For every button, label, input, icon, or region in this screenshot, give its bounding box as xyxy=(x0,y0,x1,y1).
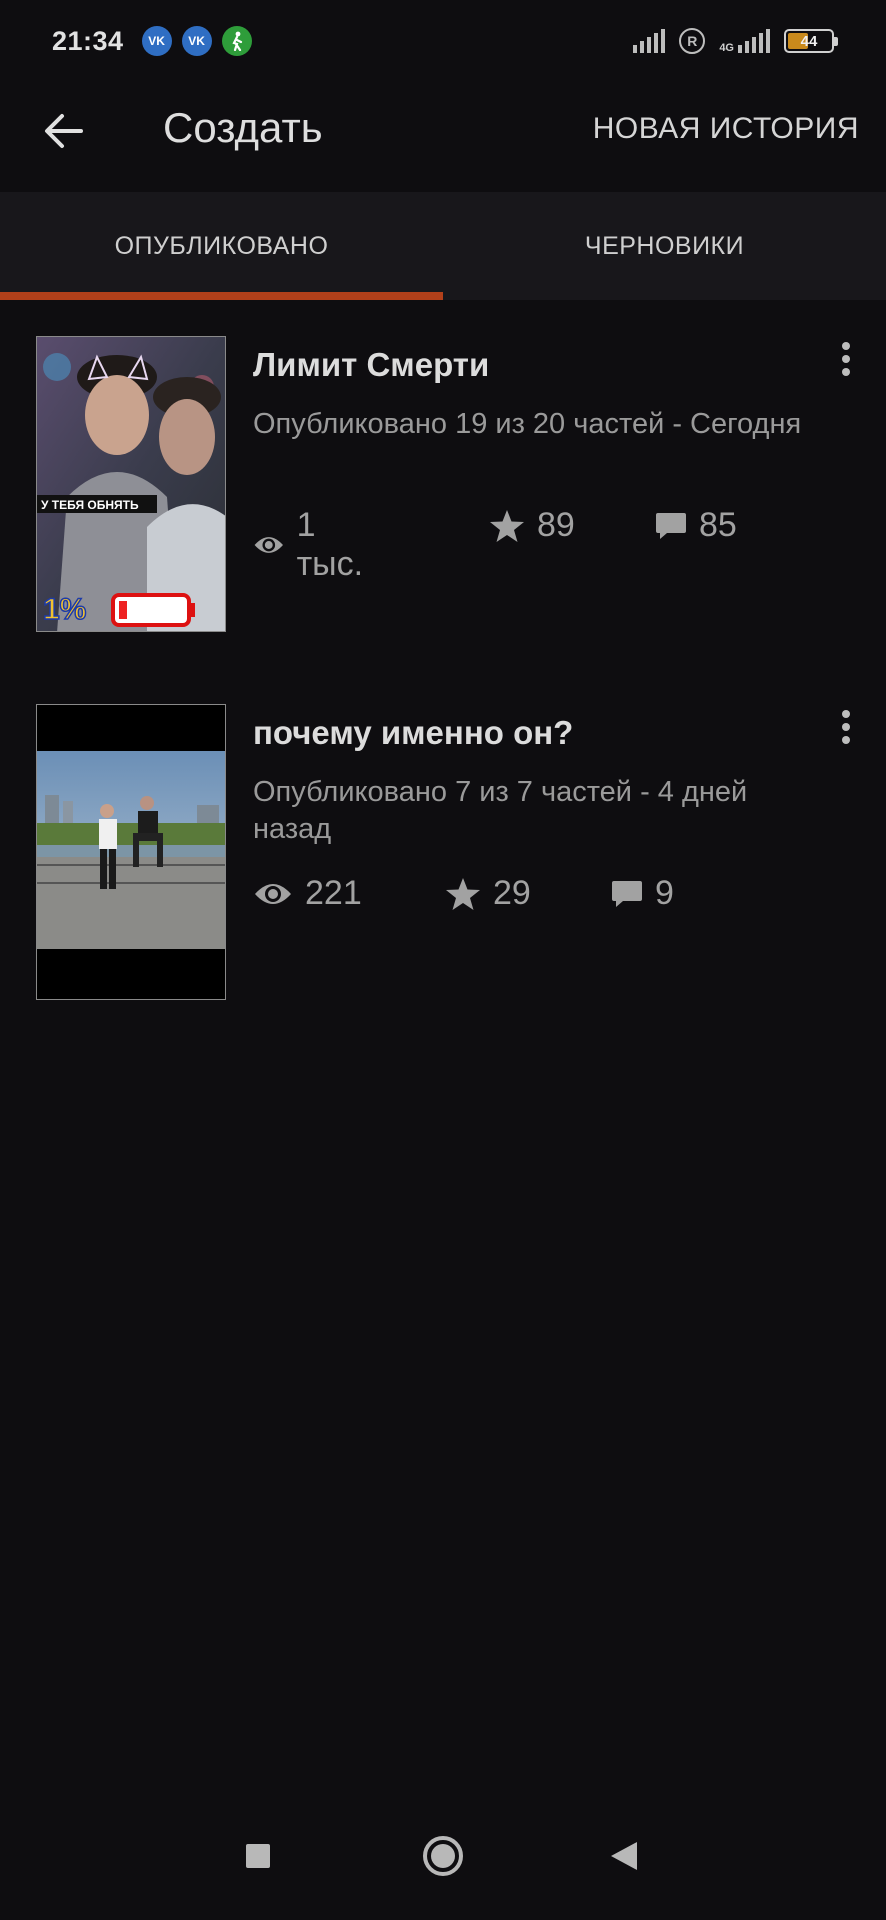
vk-icon: VK xyxy=(181,26,212,56)
status-bar: 21:34 VK VK R 4G 44 xyxy=(0,0,886,82)
comments-stat: 9 xyxy=(611,874,674,913)
tab-bar: ОПУБЛИКОВАНО ЧЕРНОВИКИ xyxy=(0,192,886,300)
cover-caption: У ТЕБЯ ОБНЯТЬ xyxy=(41,498,139,512)
signal-icon xyxy=(633,29,666,53)
story-cover[interactable]: У ТЕБЯ ОБНЯТЬ 1% xyxy=(36,336,226,632)
views-stat: 221 xyxy=(253,874,362,913)
notification-icons: VK VK xyxy=(141,26,252,56)
circle-icon xyxy=(423,1836,463,1876)
story-title[interactable]: Лимит Смерти xyxy=(253,346,489,384)
mobile-data-icon: 4G xyxy=(719,29,770,54)
new-story-button[interactable]: НОВАЯ ИСТОРИЯ xyxy=(593,112,859,146)
views-count: 1 тыс. xyxy=(296,506,364,583)
votes-count: 29 xyxy=(493,874,531,912)
votes-count: 89 xyxy=(537,506,575,544)
home-button[interactable] xyxy=(413,1826,473,1886)
recents-button[interactable] xyxy=(228,1826,288,1886)
star-icon xyxy=(490,509,524,542)
walk-icon xyxy=(221,26,252,56)
system-nav-bar xyxy=(0,1790,886,1920)
comments-count: 85 xyxy=(699,506,737,544)
back-button[interactable] xyxy=(38,106,88,156)
story-cover[interactable] xyxy=(36,704,226,1000)
cover-image xyxy=(37,705,225,999)
eye-icon xyxy=(254,537,283,553)
status-time: 21:34 xyxy=(52,25,124,56)
tab-published[interactable]: ОПУБЛИКОВАНО xyxy=(0,192,443,300)
comment-icon xyxy=(612,880,642,907)
app-bar: Создать НОВАЯ ИСТОРИЯ xyxy=(0,82,886,192)
list-item[interactable]: У ТЕБЯ ОБНЯТЬ 1% Лимит Смерти Опубликова… xyxy=(0,336,886,636)
eye-icon xyxy=(255,883,291,904)
triangle-left-icon xyxy=(611,1842,637,1870)
more-options-button[interactable] xyxy=(826,336,866,382)
cover-image: У ТЕБЯ ОБНЯТЬ 1% xyxy=(37,337,225,631)
back-nav-button[interactable] xyxy=(594,1826,654,1886)
more-options-button[interactable] xyxy=(826,704,866,750)
square-icon xyxy=(246,1844,270,1868)
comment-icon xyxy=(656,512,686,539)
story-meta: Опубликовано 19 из 20 частей - Сегодня xyxy=(253,408,802,440)
arrow-left-icon xyxy=(45,114,83,148)
vk-icon: VK xyxy=(141,26,172,56)
page-title: Создать xyxy=(163,104,323,151)
comments-stat: 85 xyxy=(655,506,737,545)
cover-badge: 1% xyxy=(43,593,86,626)
views-count: 221 xyxy=(305,874,362,912)
views-stat: 1 тыс. xyxy=(253,506,371,584)
roaming-icon: R xyxy=(679,28,706,54)
battery-icon: 44 xyxy=(784,29,838,53)
battery-level: 44 xyxy=(800,32,818,50)
star-icon xyxy=(446,877,480,910)
story-title[interactable]: почему именно он? xyxy=(253,714,573,752)
votes-stat: 29 xyxy=(445,874,531,913)
comments-count: 9 xyxy=(655,874,674,912)
list-item[interactable]: почему именно он? Опубликовано 7 из 7 ча… xyxy=(0,704,886,1004)
story-meta: Опубликовано 7 из 7 частей - 4 дней наза… xyxy=(253,776,748,845)
tab-drafts[interactable]: ЧЕРНОВИКИ xyxy=(443,192,886,300)
votes-stat: 89 xyxy=(489,506,575,545)
